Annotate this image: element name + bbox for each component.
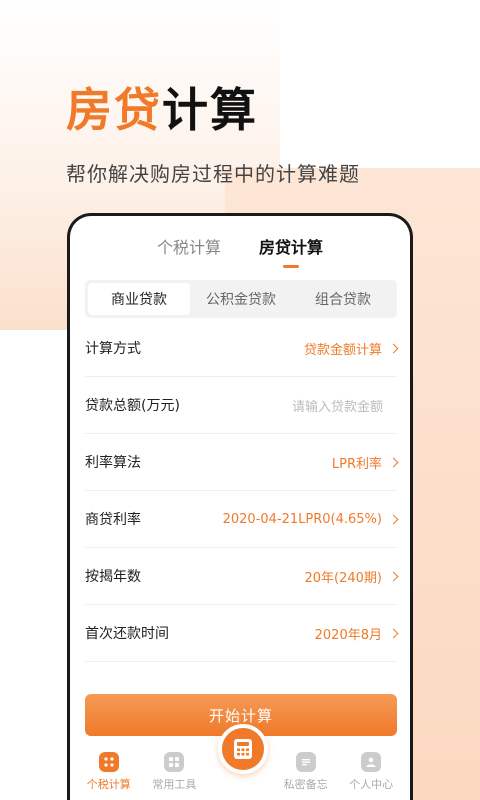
row-rate-method[interactable]: 利率算法 LPR利率 bbox=[85, 434, 399, 491]
tabbar-tax[interactable]: 个税计算 bbox=[76, 744, 142, 800]
years-value: 20年(240期) bbox=[304, 567, 399, 586]
chevron-right-icon bbox=[388, 457, 399, 467]
loan-total-input[interactable]: 请输入贷款金额 bbox=[292, 396, 383, 415]
user-icon bbox=[361, 752, 382, 772]
rate-method-label: 利率算法 bbox=[85, 455, 141, 471]
phone-frame: 个税计算 房贷计算 商业贷款 公积金贷款 组合贷款 计算方式 贷款金额计算 贷款… bbox=[67, 213, 413, 800]
top-tabs: 个税计算 房贷计算 bbox=[70, 234, 410, 268]
tab-mortgage-calc[interactable]: 房贷计算 bbox=[259, 234, 323, 268]
tabbar-profile-label: 个人中心 bbox=[349, 778, 394, 791]
tabbar-memo-label: 私密备忘 bbox=[283, 778, 328, 791]
chevron-right-icon bbox=[388, 628, 399, 638]
subtitle: 帮你解决购房过程中的计算难题 bbox=[66, 162, 360, 186]
tab-tax-calc[interactable]: 个税计算 bbox=[157, 234, 221, 268]
row-calc-method[interactable]: 计算方式 贷款金额计算 bbox=[85, 320, 399, 377]
years-label: 按揭年数 bbox=[85, 569, 141, 585]
tabbar-tools-label: 常用工具 bbox=[152, 778, 197, 791]
headline-accent: 房贷 bbox=[66, 83, 162, 137]
segment-commercial-loan[interactable]: 商业贷款 bbox=[88, 283, 190, 315]
row-first-repay[interactable]: 首次还款时间 2020年8月 bbox=[85, 605, 399, 662]
background-white bbox=[280, 0, 480, 168]
row-loan-total[interactable]: 贷款总额(万元) 请输入贷款金额 bbox=[85, 377, 397, 434]
rate-method-value: LPR利率 bbox=[331, 453, 399, 472]
row-commercial-rate[interactable]: 商贷利率 2020-04-21LPR0(4.65%) bbox=[85, 491, 399, 548]
tabbar-tools[interactable]: 常用工具 bbox=[142, 744, 208, 800]
grid-icon bbox=[98, 752, 119, 772]
commercial-rate-label: 商贷利率 bbox=[85, 512, 141, 528]
tabbar-memo[interactable]: 私密备忘 bbox=[273, 744, 339, 800]
calculator-button[interactable] bbox=[218, 724, 268, 774]
rate-method-text: LPR利率 bbox=[331, 456, 382, 472]
loan-form: 计算方式 贷款金额计算 贷款总额(万元) 请输入贷款金额 利率算法 LPR利率 … bbox=[85, 320, 399, 662]
note-icon bbox=[295, 752, 316, 772]
commercial-rate-value: 2020-04-21LPR0(4.65%) bbox=[222, 511, 399, 527]
row-years[interactable]: 按揭年数 20年(240期) bbox=[85, 548, 399, 605]
headline-rest: 计算 bbox=[162, 83, 258, 137]
headline: 房贷计算 bbox=[66, 74, 258, 140]
chevron-right-icon bbox=[388, 514, 399, 524]
first-repay-text: 2020年8月 bbox=[314, 627, 382, 643]
segment-provident-fund-loan[interactable]: 公积金贷款 bbox=[190, 283, 292, 315]
segment-combined-loan[interactable]: 组合贷款 bbox=[292, 283, 394, 315]
calculator-icon bbox=[234, 739, 252, 759]
tabbar-profile[interactable]: 个人中心 bbox=[338, 744, 404, 800]
commercial-rate-text: 2020-04-21LPR0(4.65%) bbox=[222, 511, 382, 527]
first-repay-value: 2020年8月 bbox=[314, 624, 399, 643]
years-text: 20年(240期) bbox=[304, 570, 383, 586]
calc-method-text: 贷款金额计算 bbox=[303, 342, 382, 358]
chevron-right-icon bbox=[388, 571, 399, 581]
loan-type-segment: 商业贷款 公积金贷款 组合贷款 bbox=[85, 280, 397, 318]
calc-method-label: 计算方式 bbox=[85, 341, 141, 357]
first-repay-label: 首次还款时间 bbox=[85, 626, 169, 642]
tools-icon bbox=[164, 752, 185, 772]
tabbar-tax-label: 个税计算 bbox=[86, 778, 131, 791]
calc-method-value: 贷款金额计算 bbox=[303, 339, 399, 358]
loan-total-label: 贷款总额(万元) bbox=[85, 398, 180, 414]
chevron-right-icon bbox=[388, 343, 399, 353]
